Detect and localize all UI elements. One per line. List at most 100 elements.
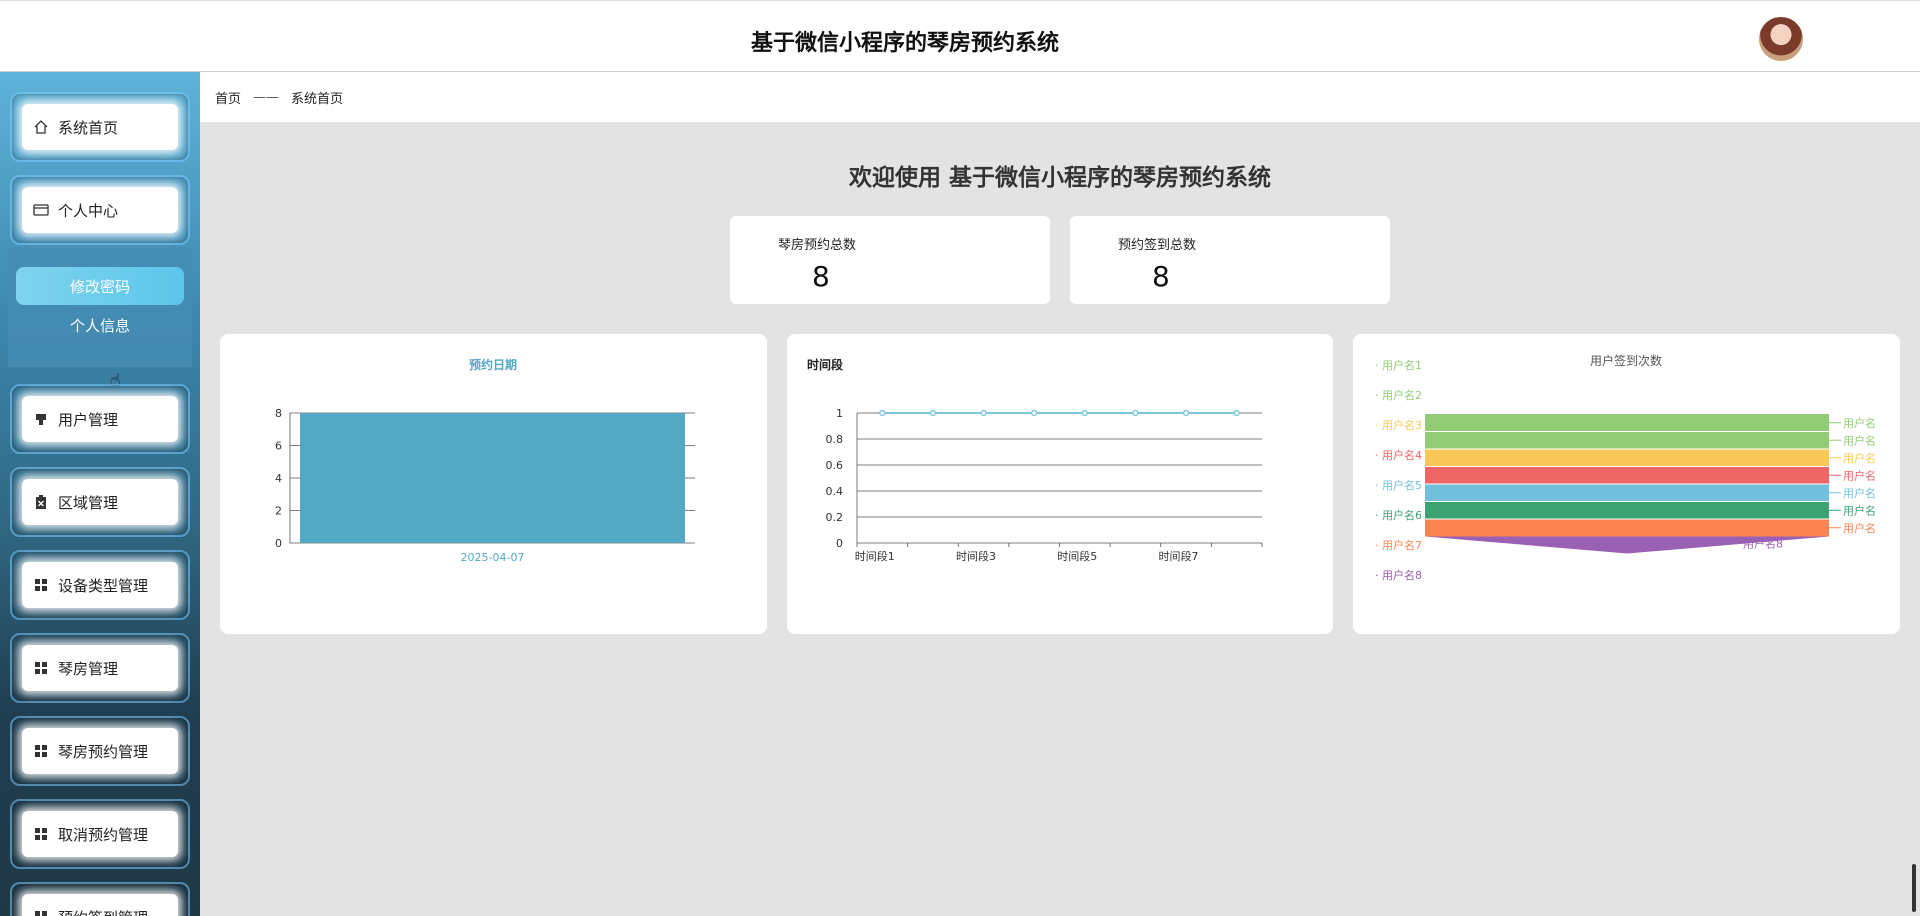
grid-icon xyxy=(32,908,50,916)
stat-card-reservations: 琴房预约总数 8 xyxy=(730,216,1050,304)
stat-value: 8 xyxy=(812,260,830,293)
sidebar-card-home: 系统首页 xyxy=(10,92,190,162)
breadcrumb-current: 系统首页 xyxy=(291,91,344,107)
sidebar-item-label: 系统首页 xyxy=(58,118,119,137)
y-tick-label: 0.8 xyxy=(826,433,844,446)
funnel-segment xyxy=(1425,431,1829,449)
app-title: 基于微信小程序的琴房预约系统 xyxy=(750,31,1059,56)
sidebar-item-device-types[interactable]: 设备类型管理 xyxy=(22,562,178,608)
x-tick-label: 时间段5 xyxy=(1057,549,1097,563)
card-icon xyxy=(32,201,50,219)
sidebar-item-rooms[interactable]: 琴房管理 xyxy=(22,645,178,691)
y-tick-label: 0.4 xyxy=(826,485,844,498)
legend-label: · 用户名1 xyxy=(1375,358,1422,372)
stat-label: 预约签到总数 xyxy=(1118,238,1197,253)
sidebar: 系统首页 个人中心 修改密码 个人信息 ☝ 用户管理 区域管理 设备类型管理 琴… xyxy=(0,72,200,916)
y-tick-label: 0 xyxy=(836,537,843,550)
x-tick-label: 时间段7 xyxy=(1158,549,1198,563)
y-tick-label: 0.6 xyxy=(826,459,844,472)
bar xyxy=(300,413,685,543)
sidebar-card-users: 用户管理 xyxy=(10,384,190,454)
sidebar-item-home[interactable]: 系统首页 xyxy=(22,104,178,150)
grid-icon xyxy=(32,825,50,843)
sidebar-card-cancellations: 取消预约管理 xyxy=(10,799,190,869)
data-point xyxy=(879,409,886,417)
data-point xyxy=(1182,409,1190,417)
y-tick-label: 6 xyxy=(275,440,282,453)
segment-label: 用户名8 xyxy=(1743,537,1783,551)
breadcrumb-home[interactable]: 首页 xyxy=(215,88,241,107)
segment-label: 用户名 xyxy=(1843,451,1876,465)
sidebar-item-areas[interactable]: 区域管理 xyxy=(22,479,178,525)
segment-label: 用户名 xyxy=(1843,433,1876,447)
user-avatar[interactable] xyxy=(1759,17,1803,61)
sidebar-card-checkins: 预约签到管理 xyxy=(10,882,190,916)
y-tick-label: 0 xyxy=(275,537,282,550)
sidebar-item-label: 琴房管理 xyxy=(58,659,119,678)
data-point xyxy=(1233,409,1240,417)
y-tick-label: 1 xyxy=(836,407,843,420)
legend-label: · 用户名6 xyxy=(1375,508,1422,522)
x-tick-label: 时间段1 xyxy=(855,549,895,563)
legend-label: · 用户名8 xyxy=(1375,568,1422,582)
y-tick-label: 8 xyxy=(275,407,282,420)
data-point xyxy=(1030,409,1038,417)
sidebar-item-label: 个人中心 xyxy=(58,201,119,220)
grid-icon xyxy=(32,659,50,677)
funnel-chart-user-checkins: 用户签到次数 · 用户名1 · 用户名2 · 用户名3 · 用户名4 · 用户名5 · 用户… xyxy=(1375,353,1876,582)
breadcrumb: 首页 —— 系统首页 xyxy=(200,72,1920,122)
sidebar-card-reservations: 琴房预约管理 xyxy=(10,716,190,786)
legend-label: · 用户名7 xyxy=(1375,538,1422,552)
chart-panel-timeslot: 时间段 0 0.2 0.4 0.6 0.8 1 时间段1 时间段3 时间段5 时间段7 xyxy=(787,334,1333,634)
stat-value: 8 xyxy=(1152,260,1170,293)
sidebar-card-rooms: 琴房管理 xyxy=(10,633,190,703)
breadcrumb-separator: —— xyxy=(253,89,280,105)
sidebar-item-cancellations[interactable]: 取消预约管理 xyxy=(22,811,178,857)
sidebar-item-checkins[interactable]: 预约签到管理 xyxy=(22,894,178,916)
clipboard-icon xyxy=(32,493,50,511)
sidebar-item-label: 预约签到管理 xyxy=(58,907,148,916)
x-tick-label: 2025-04-07 xyxy=(461,551,525,564)
segment-label: 用户名 xyxy=(1843,503,1876,517)
legend-label: · 用户名5 xyxy=(1375,478,1422,492)
sidebar-card-profile: 个人中心 xyxy=(10,175,190,245)
sidebar-item-label: 设备类型管理 xyxy=(58,576,149,595)
sidebar-item-profile[interactable]: 个人中心 xyxy=(22,187,178,233)
bar-chart-reservation-date: 预约日期 0 2 4 6 8 2025-04-07 xyxy=(275,357,695,564)
submenu-personal-info[interactable]: 个人信息 xyxy=(16,309,184,341)
profile-submenu: 修改密码 个人信息 xyxy=(8,247,192,367)
data-point xyxy=(1081,409,1089,417)
segment-label: 用户名 xyxy=(1843,468,1876,482)
sidebar-card-areas: 区域管理 xyxy=(10,467,190,537)
data-point xyxy=(1132,409,1139,417)
sidebar-item-label: 用户管理 xyxy=(58,410,119,429)
legend-label: · 用户名4 xyxy=(1375,448,1422,462)
top-header: 基于微信小程序的琴房预约系统 xyxy=(0,0,1920,72)
data-point xyxy=(929,409,937,417)
legend-label: · 用户名2 xyxy=(1375,388,1422,402)
chart-panel-checkins: 用户签到次数 · 用户名1 · 用户名2 · 用户名3 · 用户名4 · 用户名5 · 用户… xyxy=(1353,334,1900,634)
funnel-segment xyxy=(1425,414,1829,432)
chart-panel-date: 预约日期 0 2 4 6 8 2025-04-07 xyxy=(220,334,767,634)
sidebar-item-label: 琴房预约管理 xyxy=(58,742,149,761)
user-icon xyxy=(32,410,50,428)
sidebar-card-device-types: 设备类型管理 xyxy=(10,550,190,620)
sidebar-item-users[interactable]: 用户管理 xyxy=(22,396,178,442)
funnel-segment xyxy=(1425,466,1829,484)
funnel-segment xyxy=(1425,484,1829,502)
segment-label: 用户名 xyxy=(1843,416,1876,430)
sidebar-item-reservations[interactable]: 琴房预约管理 xyxy=(22,728,178,774)
y-tick-label: 0.2 xyxy=(826,511,844,524)
x-tick-label: 时间段3 xyxy=(956,549,996,563)
chart-title: 时间段 xyxy=(807,357,844,372)
sidebar-item-label: 取消预约管理 xyxy=(58,825,149,844)
stat-card-checkins: 预约签到总数 8 xyxy=(1070,216,1390,304)
chart-title: 预约日期 xyxy=(469,357,517,372)
submenu-change-password[interactable]: 修改密码 xyxy=(16,267,184,305)
stat-label: 琴房预约总数 xyxy=(778,238,857,253)
page-scrollbar[interactable] xyxy=(1912,864,1916,912)
y-tick-label: 2 xyxy=(275,505,282,518)
home-icon xyxy=(32,118,50,136)
segment-label: 用户名 xyxy=(1843,486,1876,500)
y-tick-label: 4 xyxy=(275,472,282,485)
